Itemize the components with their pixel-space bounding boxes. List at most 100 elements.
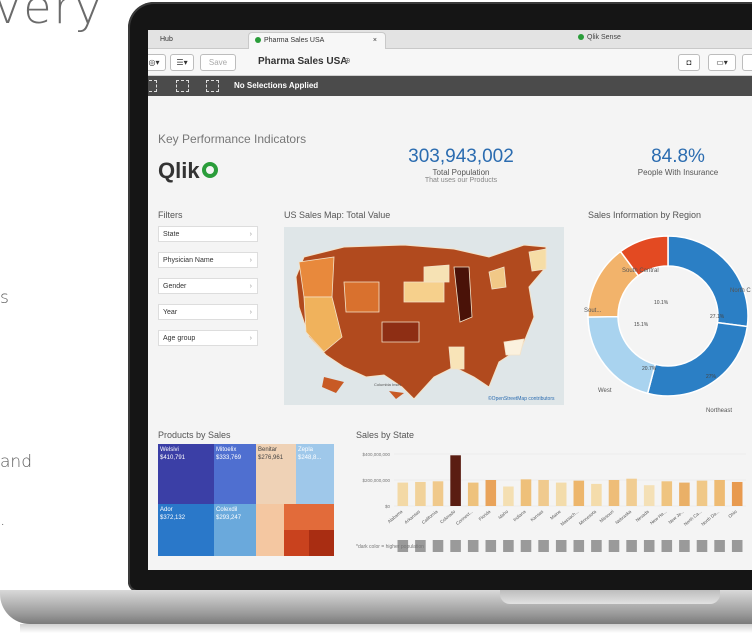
close-icon[interactable]: × bbox=[373, 33, 377, 49]
filter-gender[interactable]: Gender › bbox=[158, 278, 258, 294]
kpi-value: 303,943,002 bbox=[408, 146, 514, 167]
scrollbar-mini-bar[interactable] bbox=[573, 540, 585, 552]
laptop-notch bbox=[500, 590, 720, 604]
slice-label: South Central bbox=[622, 268, 659, 274]
y-tick-label: $0 bbox=[385, 504, 391, 509]
x-tick-label: Minnesota bbox=[578, 509, 597, 526]
treemap-cell[interactable]: Zepla $248,8... bbox=[296, 444, 334, 504]
x-tick-label: Idaho bbox=[497, 509, 509, 520]
x-tick-label: Nevada bbox=[635, 509, 650, 523]
kpi-insurance[interactable]: 84.8% People With Insurance bbox=[608, 146, 748, 177]
scrollbar-mini-bar[interactable] bbox=[555, 540, 567, 552]
slice-label: North C bbox=[730, 288, 751, 294]
kpi-total-population[interactable]: 303,943,002 Total Population That uses o… bbox=[386, 146, 536, 184]
donut-chart[interactable]: South Central North C Sout... West North… bbox=[578, 226, 752, 414]
bar[interactable] bbox=[397, 482, 409, 506]
bar[interactable] bbox=[661, 481, 673, 506]
filter-age-group[interactable]: Age group › bbox=[158, 330, 258, 346]
save-button[interactable]: Save bbox=[200, 54, 236, 71]
bar[interactable] bbox=[485, 480, 497, 506]
scrollbar-mini-bar[interactable] bbox=[608, 540, 620, 552]
bar[interactable] bbox=[538, 480, 549, 506]
map-inset-label: Columbia Inset bbox=[374, 382, 401, 387]
x-tick-label: Ohio bbox=[727, 509, 738, 519]
bar[interactable] bbox=[591, 483, 602, 506]
bar[interactable] bbox=[626, 478, 637, 506]
slice-label: Northeast bbox=[706, 408, 733, 414]
selection-status: No Selections Applied bbox=[234, 81, 319, 90]
bar[interactable] bbox=[696, 480, 708, 506]
tab-hub[interactable]: Hub bbox=[154, 32, 173, 48]
donut-slice[interactable] bbox=[667, 235, 749, 328]
scrollbar-mini-bar[interactable] bbox=[503, 540, 514, 552]
bar[interactable] bbox=[467, 482, 479, 506]
qlik-icon bbox=[255, 37, 261, 44]
navigation-button[interactable]: ◎▾ bbox=[148, 54, 166, 71]
bar[interactable] bbox=[450, 455, 461, 506]
scrollbar-mini-bar[interactable] bbox=[661, 540, 673, 552]
map-attribution[interactable]: ©OpenStreetMap contributors bbox=[488, 396, 555, 402]
bar[interactable] bbox=[731, 481, 743, 506]
tab-pharma-sales[interactable]: Pharma Sales USA × bbox=[248, 32, 386, 49]
bar[interactable] bbox=[608, 480, 620, 506]
treemap-cell[interactable]: Mitoelix $333,769 bbox=[214, 444, 256, 504]
app-title: Pharma Sales USA bbox=[258, 56, 348, 67]
bar[interactable] bbox=[520, 479, 532, 506]
bar[interactable] bbox=[643, 485, 655, 506]
scrollbar-mini-bar[interactable] bbox=[538, 540, 549, 552]
sales-by-state-chart[interactable]: $400,000,000 $200,000,000 $0Alabama Arkansa… bbox=[338, 442, 752, 560]
filter-physician-name[interactable]: Physician Name › bbox=[158, 252, 258, 268]
filters-title: Filters bbox=[158, 210, 183, 220]
treemap-cell[interactable] bbox=[284, 504, 334, 530]
scrollbar-mini-bar[interactable] bbox=[591, 540, 602, 552]
products-treemap[interactable]: Welsivi $410,791 Mitoelix $333,769 Benitar… bbox=[158, 444, 334, 556]
bar[interactable] bbox=[432, 481, 444, 506]
filter-state[interactable]: State › bbox=[158, 226, 258, 242]
x-tick-label: Missouri bbox=[599, 509, 615, 524]
x-tick-label: Kansas bbox=[530, 508, 545, 522]
treemap-cell[interactable] bbox=[284, 530, 309, 556]
scrollbar-mini-bar[interactable] bbox=[432, 540, 444, 552]
slice-percent: 27% bbox=[706, 374, 717, 380]
x-tick-label: Indiana bbox=[512, 509, 527, 523]
selection-back-icon[interactable] bbox=[148, 80, 157, 92]
presentation-icon[interactable]: ▭▾ bbox=[708, 54, 736, 71]
treemap-cell[interactable]: Ador $372,132 bbox=[158, 504, 214, 556]
us-sales-map[interactable] bbox=[284, 227, 564, 405]
treemap-cell[interactable] bbox=[309, 530, 334, 556]
scrollbar-mini-bar[interactable] bbox=[467, 540, 479, 552]
info-icon[interactable]: ⊕ bbox=[344, 56, 351, 65]
list-icon[interactable]: ☰▾ bbox=[170, 54, 194, 71]
chevron-right-icon: › bbox=[249, 283, 252, 290]
chevron-right-icon: › bbox=[249, 257, 252, 264]
scrollbar-mini-bar[interactable] bbox=[643, 540, 655, 552]
bar[interactable] bbox=[573, 480, 585, 506]
bar[interactable] bbox=[503, 486, 514, 507]
scrollbar-mini-bar[interactable] bbox=[679, 540, 690, 552]
selection-forward-icon[interactable] bbox=[176, 80, 189, 92]
scrollbar-mini-bar[interactable] bbox=[520, 540, 532, 552]
bar[interactable] bbox=[714, 480, 725, 506]
laptop-shadow bbox=[20, 624, 752, 633]
treemap-cell[interactable]: Welsivi $410,791 bbox=[158, 444, 214, 504]
treemap-cell[interactable]: Colexdil $293,247 bbox=[214, 504, 256, 556]
bar[interactable] bbox=[679, 482, 690, 506]
scrollbar-mini-bar[interactable] bbox=[450, 540, 461, 552]
y-tick-label: $200,000,000 bbox=[362, 478, 390, 483]
scrollbar-mini-bar[interactable] bbox=[626, 540, 637, 552]
scrollbar-mini-bar[interactable] bbox=[485, 540, 497, 552]
camera-icon[interactable]: ◘ bbox=[678, 54, 700, 71]
bar[interactable] bbox=[555, 482, 567, 506]
clear-selections-icon[interactable] bbox=[206, 80, 219, 92]
scrollbar-mini-bar[interactable] bbox=[696, 540, 708, 552]
more-button[interactable] bbox=[742, 54, 752, 71]
scrollbar-mini-bar[interactable] bbox=[731, 540, 743, 552]
treemap-cell[interactable] bbox=[256, 504, 284, 556]
bar[interactable] bbox=[415, 481, 426, 506]
filter-year[interactable]: Year › bbox=[158, 304, 258, 320]
donut-slice[interactable] bbox=[587, 315, 657, 395]
donut-slice[interactable] bbox=[646, 321, 749, 397]
scrollbar-mini-bar[interactable] bbox=[714, 540, 725, 552]
treemap-cell[interactable]: Benitar $276,961 bbox=[256, 444, 296, 504]
body-text-fragment: . bbox=[0, 510, 6, 530]
